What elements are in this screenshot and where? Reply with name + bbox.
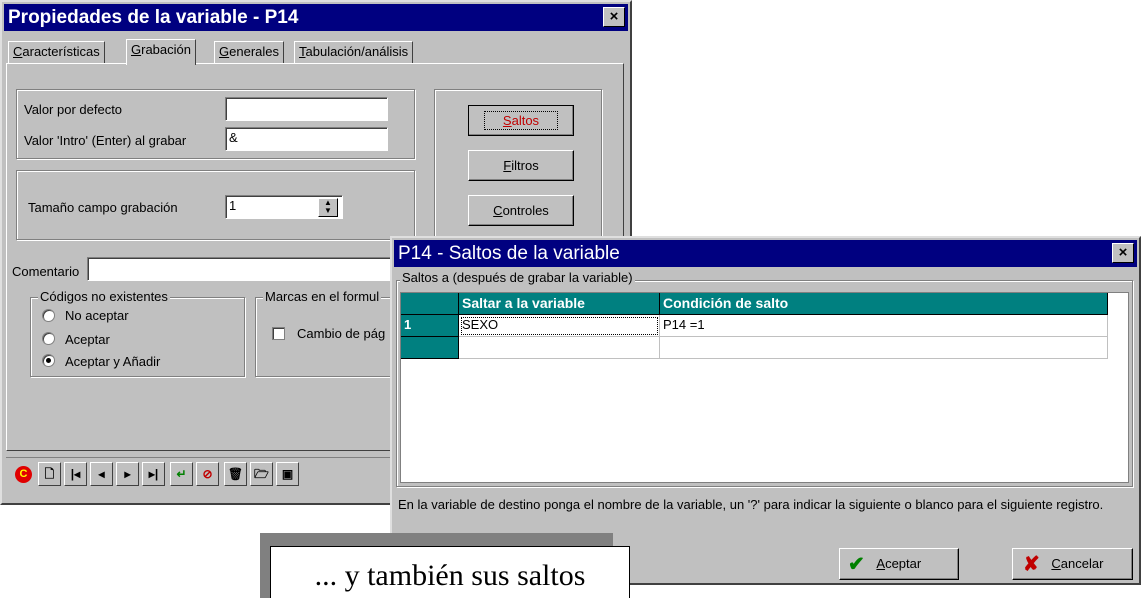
trash-icon[interactable]: 🗑 (224, 462, 247, 486)
saltos-title-bar: P14 - Saltos de la variable × (394, 240, 1137, 267)
close-icon: × (609, 8, 619, 25)
radio-aceptar-anadir-label: Aceptar y Añadir (65, 354, 161, 369)
codigos-group-label: Códigos no existentes (38, 289, 170, 304)
spinner-arrows-icon[interactable]: ▲ ▼ (318, 198, 338, 217)
check-icon: ✔ (848, 553, 865, 576)
next-record-icon[interactable]: ▸ (116, 462, 139, 486)
cross-icon: ✘ (1023, 553, 1040, 576)
tab-caracteristicas[interactable]: Características (8, 41, 105, 63)
col-header-condicion[interactable]: Condición de salto (660, 293, 1108, 315)
new-document-icon[interactable]: 🗋 (38, 462, 61, 486)
prev-record-icon[interactable]: ◂ (90, 462, 113, 486)
comentario-input[interactable] (87, 257, 407, 281)
col-header-variable[interactable]: Saltar a la variable (459, 293, 660, 315)
help-text: En la variable de destino ponga el nombr… (398, 497, 1104, 512)
radio-no-aceptar[interactable] (42, 309, 55, 322)
close-icon: × (1118, 244, 1128, 261)
first-record-icon[interactable]: |◂ (64, 462, 87, 486)
cambio-pagina-label: Cambio de pág (297, 326, 386, 341)
radio-aceptar-anadir[interactable] (42, 354, 55, 367)
tab-grabacion[interactable]: Grabación (126, 39, 196, 65)
slide-caption: ... y también sus saltos (270, 546, 630, 598)
table-cell-variable[interactable] (459, 337, 660, 359)
c-logo-icon[interactable]: C (12, 462, 35, 486)
saltos-title: P14 - Saltos de la variable (398, 243, 620, 264)
saltos-group-label: Saltos a (después de grabar la variable) (400, 270, 635, 285)
valor-intro-input[interactable]: & (225, 127, 388, 151)
radio-aceptar-label: Aceptar (65, 332, 110, 347)
table-cell-condicion[interactable] (660, 337, 1108, 359)
comentario-label: Comentario (12, 264, 80, 279)
close-button[interactable]: × (603, 7, 625, 27)
valor-defecto-label: Valor por defecto (24, 102, 123, 117)
table-cell-variable[interactable]: SEXO (459, 315, 660, 337)
tamano-label: Tamaño campo grabación (28, 200, 178, 215)
marcas-group-label: Marcas en el formul (263, 289, 382, 304)
renumber-icon[interactable]: ↵ (170, 462, 193, 486)
row-header[interactable]: 1 (401, 315, 459, 337)
save-disk-icon[interactable]: ▣ (276, 462, 299, 486)
radio-no-aceptar-label: No aceptar (65, 308, 129, 323)
controles-button[interactable]: Controles (468, 195, 574, 226)
valor-defecto-input[interactable] (225, 97, 388, 121)
radio-aceptar[interactable] (42, 332, 55, 345)
properties-title-bar: Propiedades de la variable - P14 × (4, 4, 628, 31)
cambio-pagina-checkbox[interactable] (272, 327, 285, 340)
open-folder-icon[interactable]: 🗁 (250, 462, 273, 486)
no-filter-icon[interactable]: ⊘ (196, 462, 219, 486)
row-header[interactable] (401, 337, 459, 359)
valor-intro-label: Valor 'Intro' (Enter) al grabar (24, 133, 187, 148)
last-record-icon[interactable]: ▸| (142, 462, 165, 486)
tab-tabulacion[interactable]: Tabulación/análisis (294, 41, 414, 63)
saltos-close-button[interactable]: × (1112, 243, 1134, 263)
grid-corner (401, 293, 459, 315)
cancelar-button[interactable]: ✘ Cancelar (1012, 548, 1133, 580)
tab-generales[interactable]: Generales (214, 41, 284, 63)
aceptar-button[interactable]: ✔ Aceptar (839, 548, 959, 580)
table-cell-condicion[interactable]: P14 =1 (660, 315, 1108, 337)
filtros-button[interactable]: Filtros (468, 150, 574, 181)
saltos-button[interactable]: Saltos (468, 105, 574, 136)
properties-title: Propiedades de la variable - P14 (8, 7, 299, 28)
